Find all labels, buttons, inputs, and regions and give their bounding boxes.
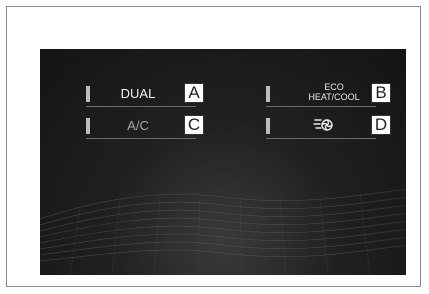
callout-b: B	[371, 83, 391, 103]
eco-heat-cool-button[interactable]: ECO HEAT/COOL	[266, 82, 376, 107]
dual-indicator-light	[86, 86, 90, 102]
figure-frame: DUAL A ECO HEAT/COOL B A/C C D	[6, 6, 421, 287]
ac-label: A/C	[127, 118, 149, 133]
dual-button[interactable]: DUAL	[86, 83, 196, 107]
ac-button[interactable]: A/C	[86, 115, 196, 139]
ac-indicator-light	[86, 118, 90, 134]
eco-heat-cool-label: ECO HEAT/COOL	[292, 82, 376, 102]
airflow-indicator-light	[266, 118, 270, 134]
fan-airflow-icon	[313, 119, 333, 131]
eco-label-line1: ECO	[324, 82, 344, 92]
dual-label: DUAL	[120, 86, 156, 101]
callout-a: A	[184, 83, 204, 103]
callout-c: C	[184, 115, 204, 135]
airflow-button[interactable]	[266, 115, 376, 139]
climate-control-screen: DUAL A ECO HEAT/COOL B A/C C D	[40, 49, 406, 275]
callout-d: D	[371, 115, 391, 135]
eco-indicator-light	[266, 86, 270, 102]
eco-label-line2: HEAT/COOL	[308, 92, 360, 102]
